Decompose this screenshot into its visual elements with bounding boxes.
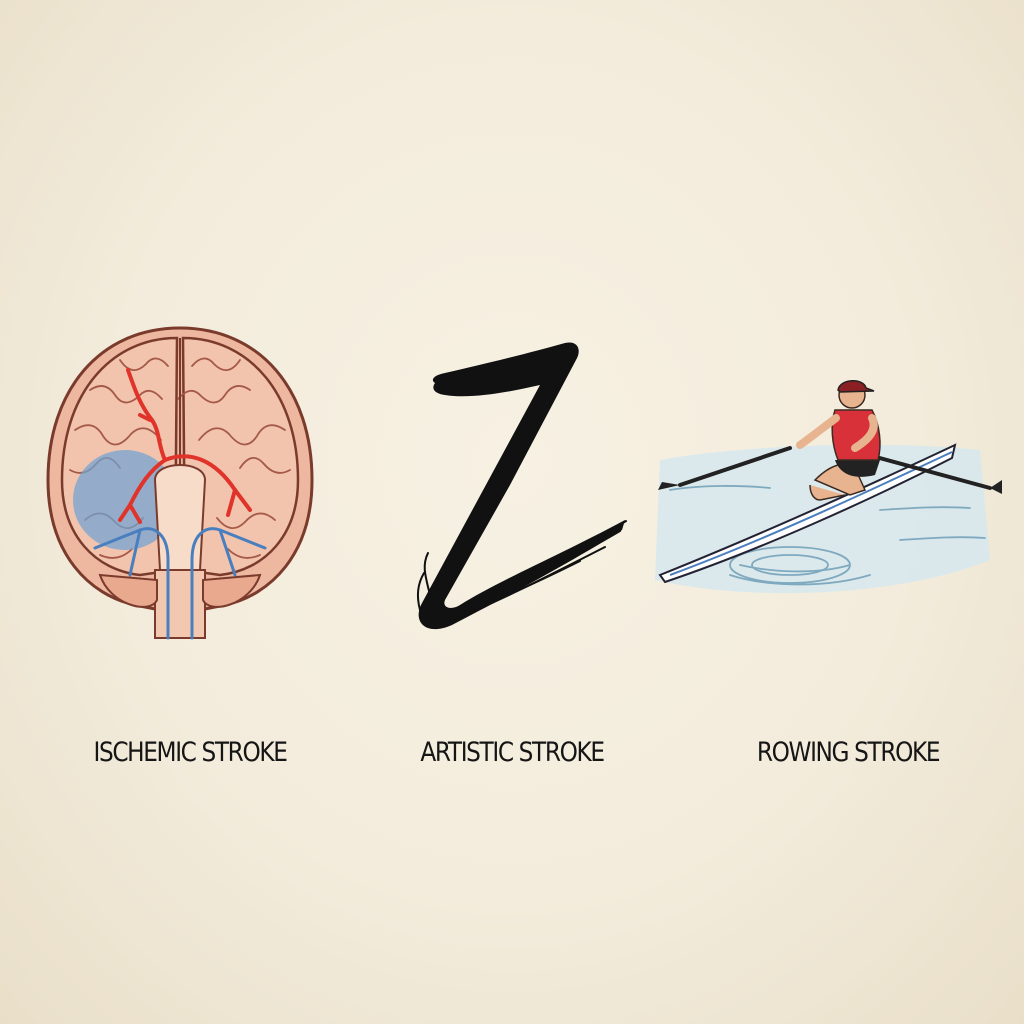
rower-cap: [837, 380, 875, 393]
rower-illustration: [640, 360, 1010, 610]
brush-stroke-illustration: [390, 325, 635, 635]
brainstem: [154, 569, 206, 639]
caption-rowing-stroke: ROWING STROKE: [756, 737, 941, 768]
caption-ischemic-stroke: ISCHEMIC STROKE: [93, 737, 287, 768]
oar-blade-right: [990, 480, 1002, 494]
caption-artistic-stroke: ARTISTIC STROKE: [420, 737, 605, 768]
brain-illustration: [40, 320, 320, 650]
